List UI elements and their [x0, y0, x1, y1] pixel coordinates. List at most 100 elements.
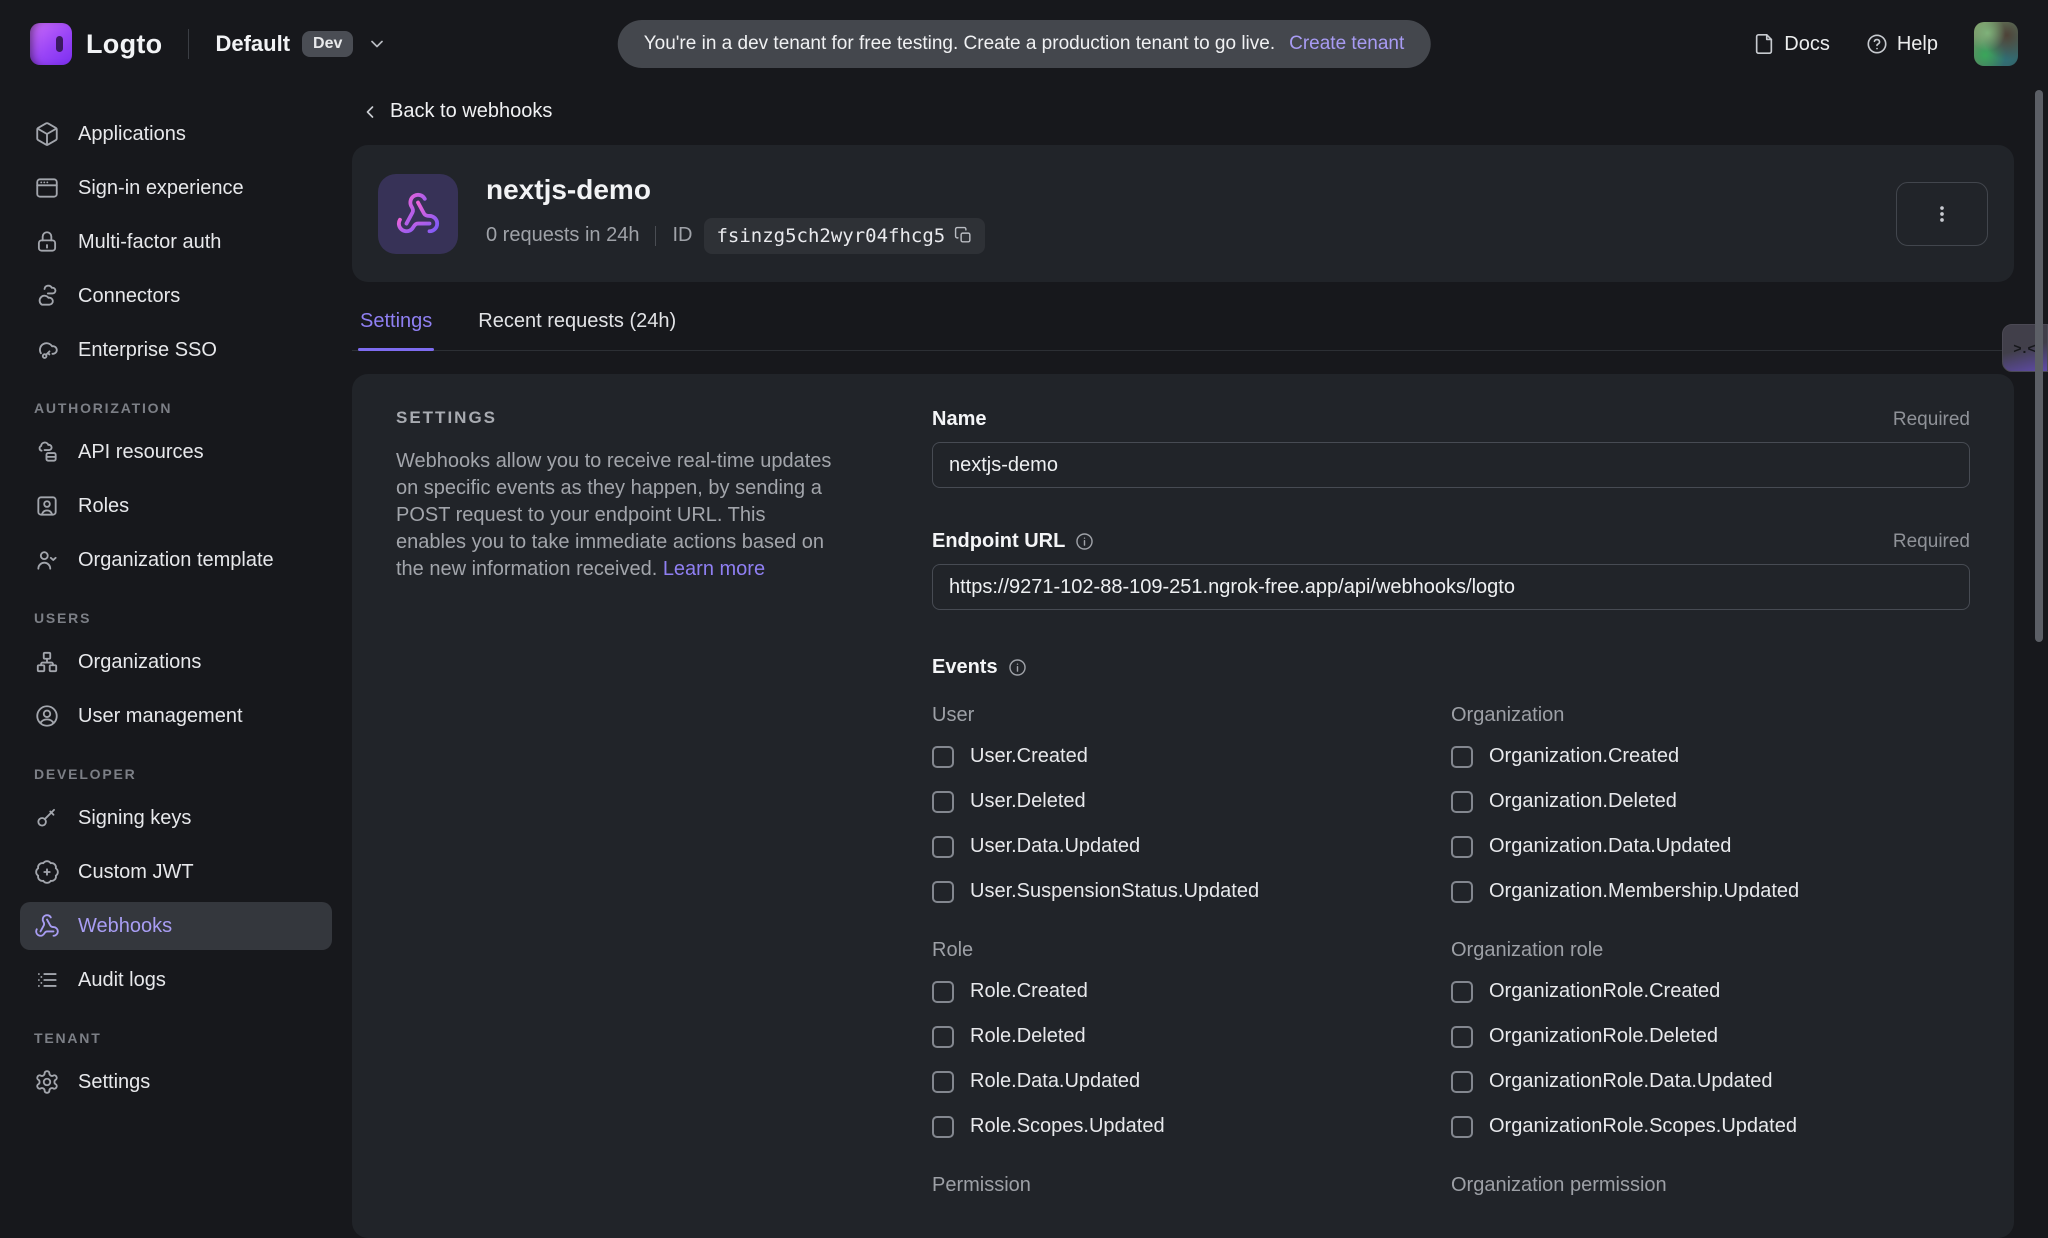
- clouds-icon: [34, 283, 60, 309]
- checkbox-user-deleted[interactable]: [932, 791, 954, 813]
- docs-button[interactable]: Docs: [1753, 33, 1830, 56]
- event-checkbox-row[interactable]: Role.Created: [932, 969, 1451, 1014]
- info-circle-icon[interactable]: [1075, 532, 1094, 551]
- sidebar-item-organization-template[interactable]: Organization template: [20, 536, 332, 584]
- checkbox-user-created[interactable]: [932, 746, 954, 768]
- webhook-logo-icon: [378, 174, 458, 254]
- sidebar-item-enterprise-sso[interactable]: Enterprise SSO: [20, 326, 332, 374]
- required-badge: Required: [1893, 531, 1970, 553]
- endpoint-url-label: Endpoint URL: [932, 530, 1065, 553]
- sidebar-item-multi-factor-auth[interactable]: Multi-factor auth: [20, 218, 332, 266]
- sidebar-item-connectors[interactable]: Connectors: [20, 272, 332, 320]
- checkbox-role-deleted[interactable]: [932, 1026, 954, 1048]
- event-group-organization-role: Organization role OrganizationRole.Creat…: [1451, 914, 1970, 1149]
- help-label: Help: [1897, 33, 1938, 56]
- checkbox-organizationrole-created[interactable]: [1451, 981, 1473, 1003]
- cloud-key-icon: [34, 337, 60, 363]
- copy-icon[interactable]: [954, 226, 973, 245]
- sidebar-item-roles[interactable]: Roles: [20, 482, 332, 530]
- checkbox-organization-created[interactable]: [1451, 746, 1473, 768]
- endpoint-url-input[interactable]: [932, 564, 1970, 610]
- help-button[interactable]: Help: [1866, 33, 1938, 56]
- checkbox-role-data-updated[interactable]: [932, 1071, 954, 1093]
- sidebar-item-applications[interactable]: Applications: [20, 110, 332, 158]
- chevron-down-icon[interactable]: [367, 34, 387, 54]
- tenant-name[interactable]: Default: [215, 31, 290, 57]
- sidebar-item-label: Applications: [78, 123, 186, 146]
- sidebar-item-label: Settings: [78, 1071, 150, 1094]
- event-checkbox-row[interactable]: OrganizationRole.Created: [1451, 969, 1970, 1014]
- vertical-scrollbar[interactable]: [2035, 90, 2043, 642]
- requests-count: 0 requests in 24h: [486, 224, 639, 247]
- sidebar-item-user-management[interactable]: User management: [20, 692, 332, 740]
- event-group-role: Role Role.Created Role.Deleted Role.Data…: [932, 914, 1451, 1149]
- event-checkbox-row[interactable]: Organization.Data.Updated: [1451, 824, 1970, 869]
- webhook-id-value: fsinzg5ch2wyr04fhcg58: [716, 225, 944, 247]
- event-checkbox-row[interactable]: Organization.Membership.Updated: [1451, 869, 1970, 914]
- event-checkbox-row[interactable]: Role.Data.Updated: [932, 1059, 1451, 1104]
- tab-recent-requests[interactable]: Recent requests (24h): [478, 310, 676, 350]
- circle-user-icon: [34, 703, 60, 729]
- checkbox-role-scopes-updated[interactable]: [932, 1116, 954, 1138]
- event-checkbox-row[interactable]: User.Data.Updated: [932, 824, 1451, 869]
- checkbox-organization-deleted[interactable]: [1451, 791, 1473, 813]
- checkbox-user-suspensionstatus-updated[interactable]: [932, 881, 954, 903]
- user-chevron-icon: [34, 547, 60, 573]
- checkbox-organizationrole-scopes-updated[interactable]: [1451, 1116, 1473, 1138]
- sidebar-item-label: API resources: [78, 441, 204, 464]
- checkbox-organizationrole-deleted[interactable]: [1451, 1026, 1473, 1048]
- key-icon: [34, 805, 60, 831]
- info-circle-icon[interactable]: [1008, 658, 1027, 677]
- sidebar-item-signing-keys[interactable]: Signing keys: [20, 794, 332, 842]
- event-checkbox-row[interactable]: User.Created: [932, 734, 1451, 779]
- name-input[interactable]: [932, 442, 1970, 488]
- event-checkbox-row[interactable]: User.Deleted: [932, 779, 1451, 824]
- id-label: ID: [672, 224, 692, 247]
- checkbox-organization-data-updated[interactable]: [1451, 836, 1473, 858]
- event-checkbox-row[interactable]: Organization.Deleted: [1451, 779, 1970, 824]
- chevron-left-icon: [360, 102, 380, 122]
- sidebar-item-audit-logs[interactable]: Audit logs: [20, 956, 332, 1004]
- create-tenant-link[interactable]: Create tenant: [1289, 33, 1404, 55]
- checkbox-organizationrole-data-updated[interactable]: [1451, 1071, 1473, 1093]
- checkbox-organization-membership-updated[interactable]: [1451, 881, 1473, 903]
- learn-more-link[interactable]: Learn more: [663, 558, 765, 580]
- tab-settings[interactable]: Settings: [360, 310, 432, 350]
- event-checkbox-row[interactable]: Organization.Created: [1451, 734, 1970, 779]
- tab-bar: Settings Recent requests (24h): [352, 310, 2014, 351]
- sidebar-section-developer: DEVELOPER: [20, 746, 332, 794]
- webhook-icon: [34, 913, 60, 939]
- back-to-webhooks-link[interactable]: Back to webhooks: [360, 100, 552, 123]
- events-label: Events: [932, 656, 998, 679]
- dev-badge: Dev: [302, 31, 353, 57]
- checkbox-user-data-updated[interactable]: [932, 836, 954, 858]
- sidebar-item-sign-in-experience[interactable]: Sign-in experience: [20, 164, 332, 212]
- sidebar-item-organizations[interactable]: Organizations: [20, 638, 332, 686]
- settings-card: SETTINGS Webhooks allow you to receive r…: [352, 374, 2014, 1238]
- events-header: Events: [932, 656, 1970, 679]
- logto-logo-icon[interactable]: [30, 23, 72, 65]
- sidebar-item-settings[interactable]: Settings: [20, 1058, 332, 1106]
- event-checkbox-row[interactable]: OrganizationRole.Data.Updated: [1451, 1059, 1970, 1104]
- event-group-permission: Permission: [932, 1149, 1451, 1204]
- meta-divider: [655, 226, 656, 246]
- topbar: Logto Default Dev You're in a dev tenant…: [0, 0, 2048, 88]
- event-checkbox-row[interactable]: Role.Deleted: [932, 1014, 1451, 1059]
- user-avatar[interactable]: [1974, 22, 2018, 66]
- event-checkbox-row[interactable]: OrganizationRole.Deleted: [1451, 1014, 1970, 1059]
- event-group-user: User User.Created User.Deleted User.Data…: [932, 679, 1451, 914]
- sidebar-item-custom-jwt[interactable]: Custom JWT: [20, 848, 332, 896]
- sidebar-item-label: Signing keys: [78, 807, 191, 830]
- sidebar-section-users: USERS: [20, 590, 332, 638]
- more-actions-button[interactable]: [1896, 182, 1988, 246]
- event-checkbox-row[interactable]: Role.Scopes.Updated: [932, 1104, 1451, 1149]
- brand-name: Logto: [86, 29, 162, 60]
- event-checkbox-row[interactable]: OrganizationRole.Scopes.Updated: [1451, 1104, 1970, 1149]
- sidebar-item-label: Multi-factor auth: [78, 231, 221, 254]
- checkbox-role-created[interactable]: [932, 981, 954, 1003]
- sidebar-item-api-resources[interactable]: API resources: [20, 428, 332, 476]
- sidebar-item-webhooks[interactable]: Webhooks: [20, 902, 332, 950]
- event-checkbox-row[interactable]: User.SuspensionStatus.Updated: [932, 869, 1451, 914]
- user-card-icon: [34, 493, 60, 519]
- webhook-id-badge[interactable]: fsinzg5ch2wyr04fhcg58: [704, 218, 985, 254]
